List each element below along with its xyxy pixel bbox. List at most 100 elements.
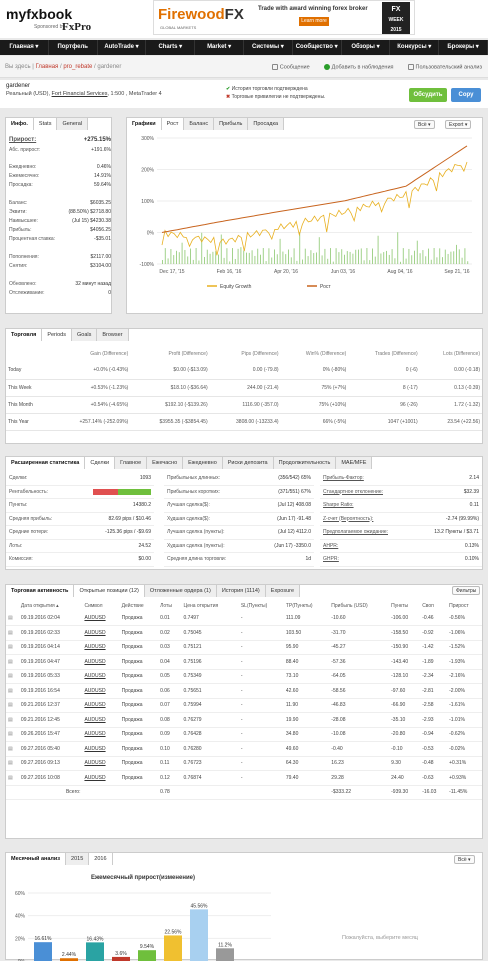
activity-tab[interactable]: Отложенные ордера (1) xyxy=(144,585,217,597)
export-select[interactable]: Export ▾ xyxy=(445,120,472,129)
activity-tab[interactable]: История (1114) xyxy=(216,585,266,597)
report-link[interactable]: Пользовательский анализ xyxy=(407,64,482,70)
position-row[interactable]: ▤ 09.27.2016 05:40 AUDUSD Продажа 0.10 0.7628… xyxy=(6,741,482,757)
month-bar[interactable] xyxy=(190,909,208,961)
legend-growth[interactable]: Рост xyxy=(320,284,331,290)
tab-periods[interactable]: Periods xyxy=(42,329,72,341)
watch-link[interactable]: Добавить в наблюдения xyxy=(323,64,394,70)
tab-stats[interactable]: Stats xyxy=(33,118,58,130)
tab-browser[interactable]: Browser xyxy=(97,329,129,341)
breadcrumb-home[interactable]: Главная xyxy=(35,64,58,70)
tab-2016[interactable]: 2016 xyxy=(89,853,113,865)
tab-drawdown[interactable]: Просадка xyxy=(248,118,285,130)
tab-profit[interactable]: Прибыль xyxy=(214,118,249,130)
tab-growth[interactable]: Рост xyxy=(161,118,185,130)
nav-item[interactable]: Системы ▾ xyxy=(244,40,293,55)
chart-icon[interactable]: ▤ xyxy=(6,698,19,713)
month-bar[interactable] xyxy=(216,948,234,961)
ext-tab[interactable]: Риски депозита xyxy=(222,457,274,469)
chart-icon[interactable]: ▤ xyxy=(6,654,19,670)
position-row[interactable]: ▤ 09.27.2016 10:08 AUDUSD Продажа 0.12 0.7687… xyxy=(6,770,482,786)
symbol-link[interactable]: AUDUSD xyxy=(82,727,120,742)
ext-tab[interactable]: Продолжительность xyxy=(273,457,337,469)
legend-equity[interactable]: Equity Growth xyxy=(220,284,252,290)
banner-learn-more-button[interactable]: Learn more xyxy=(299,17,329,26)
column-header[interactable]: Gain (Difference) xyxy=(50,345,130,362)
verify-privileges[interactable]: ✖ Торговые привилегии не подтверждены. xyxy=(226,94,325,100)
chart-icon[interactable]: ▤ xyxy=(6,683,19,699)
column-header[interactable]: SL(Пункты) xyxy=(239,600,284,611)
position-row[interactable]: ▤ 09.19.2016 02:04 AUDUSD Продажа 0.01 0.7497… xyxy=(6,611,482,626)
month-bar[interactable] xyxy=(138,950,156,961)
column-header[interactable]: Цена открытия xyxy=(182,600,239,611)
symbol-link[interactable]: AUDUSD xyxy=(82,741,120,757)
column-header[interactable]: Действие xyxy=(120,600,158,611)
activity-tab[interactable]: Exposure xyxy=(265,585,301,597)
nav-item[interactable]: Портфель xyxy=(49,40,98,55)
column-header[interactable]: Pips (Difference) xyxy=(210,345,281,362)
column-header[interactable]: Lots (Difference) xyxy=(420,345,482,362)
ext-tab[interactable]: Главное xyxy=(115,457,148,469)
column-header[interactable]: Profit (Difference) xyxy=(130,345,209,362)
ext-tab[interactable]: Ежечасно xyxy=(147,457,184,469)
ad-banner[interactable]: FirewoodFX GLOBAL MARKETS Trade with awa… xyxy=(153,0,415,35)
filter-button[interactable]: Фильтры xyxy=(452,586,481,595)
position-row[interactable]: ▤ 09.19.2016 05:33 AUDUSD Продажа 0.05 0.7534… xyxy=(6,669,482,684)
chart-icon[interactable]: ▤ xyxy=(6,669,19,684)
activity-tab[interactable]: Открытые позиции (12) xyxy=(74,585,145,597)
message-link[interactable]: Сообщение xyxy=(271,64,310,70)
position-row[interactable]: ▤ 09.19.2016 16:54 AUDUSD Продажа 0.06 0.7565… xyxy=(6,683,482,699)
position-row[interactable]: ▤ 09.21.2016 12:37 AUDUSD Продажа 0.07 0.7599… xyxy=(6,698,482,713)
chart-icon[interactable]: ▤ xyxy=(6,727,19,742)
chart-icon[interactable]: ▤ xyxy=(6,640,19,655)
symbol-link[interactable]: AUDUSD xyxy=(82,640,120,655)
position-row[interactable]: ▤ 09.27.2016 09:13 AUDUSD Продажа 0.11 0.7672… xyxy=(6,756,482,771)
tab-2015[interactable]: 2015 xyxy=(66,853,90,865)
symbol-link[interactable]: AUDUSD xyxy=(82,625,120,641)
nav-item[interactable]: AutoTrade ▾ xyxy=(98,40,147,55)
nav-item[interactable]: Market ▾ xyxy=(195,40,244,55)
month-bar[interactable] xyxy=(164,935,182,961)
monthly-select[interactable]: Всё ▾ xyxy=(454,855,475,864)
nav-item[interactable]: Сообщество ▾ xyxy=(293,40,342,55)
symbol-link[interactable]: AUDUSD xyxy=(82,669,120,684)
month-bar[interactable] xyxy=(34,942,52,961)
chart-icon[interactable]: ▤ xyxy=(6,741,19,757)
column-header[interactable]: Своп xyxy=(420,600,447,611)
column-header[interactable]: Прибыль (USD) xyxy=(329,600,389,611)
column-header[interactable]: TP(Пункты) xyxy=(284,600,329,611)
broker-link[interactable]: Fort Financial Services xyxy=(52,91,108,97)
symbol-link[interactable]: AUDUSD xyxy=(82,698,120,713)
position-row[interactable]: ▤ 09.21.2016 12:45 AUDUSD Продажа 0.08 0.7627… xyxy=(6,712,482,728)
column-header[interactable]: Win% (Difference) xyxy=(281,345,349,362)
nav-item[interactable]: Charts ▾ xyxy=(146,40,196,55)
column-header[interactable]: Trades (Difference) xyxy=(348,345,419,362)
column-header[interactable]: Пункты xyxy=(389,600,420,611)
month-bar[interactable] xyxy=(112,956,130,961)
symbol-link[interactable]: AUDUSD xyxy=(82,683,120,699)
symbol-link[interactable]: AUDUSD xyxy=(82,712,120,728)
position-row[interactable]: ▤ 09.19.2016 04:47 AUDUSD Продажа 0.04 0.7519… xyxy=(6,654,482,670)
breadcrumb-section[interactable]: pro_rebate xyxy=(63,64,92,70)
verify-history[interactable]: ✔ История торговли подтверждена xyxy=(226,86,308,92)
copy-button[interactable]: Copy xyxy=(451,88,481,102)
chart-icon[interactable]: ▤ xyxy=(6,770,19,786)
ext-tab[interactable]: Ежедневно xyxy=(183,457,223,469)
column-header[interactable]: Символ xyxy=(82,600,119,611)
discuss-button[interactable]: Обсудить xyxy=(409,88,447,102)
column-header[interactable]: Лоты xyxy=(158,600,181,611)
tab-goals[interactable]: Goals xyxy=(71,329,98,341)
position-row[interactable]: ▤ 09.19.2016 02:33 AUDUSD Продажа 0.02 0.7504… xyxy=(6,625,482,641)
chart-icon[interactable]: ▤ xyxy=(6,611,19,626)
tab-general[interactable]: General xyxy=(57,118,89,130)
symbol-link[interactable]: AUDUSD xyxy=(82,770,120,786)
symbol-link[interactable]: AUDUSD xyxy=(82,756,120,771)
nav-item[interactable]: Конкурсы ▾ xyxy=(390,40,440,55)
myfxbook-logo[interactable]: myfxbook xyxy=(6,6,72,22)
chart-icon[interactable]: ▤ xyxy=(6,756,19,771)
nav-item[interactable]: Обзоры ▾ xyxy=(342,40,391,55)
column-header[interactable]: Прирост xyxy=(447,600,482,611)
symbol-link[interactable]: AUDUSD xyxy=(82,654,120,670)
position-row[interactable]: ▤ 09.26.2016 15:47 AUDUSD Продажа 0.09 0.7642… xyxy=(6,727,482,742)
chart-icon[interactable]: ▤ xyxy=(6,712,19,728)
